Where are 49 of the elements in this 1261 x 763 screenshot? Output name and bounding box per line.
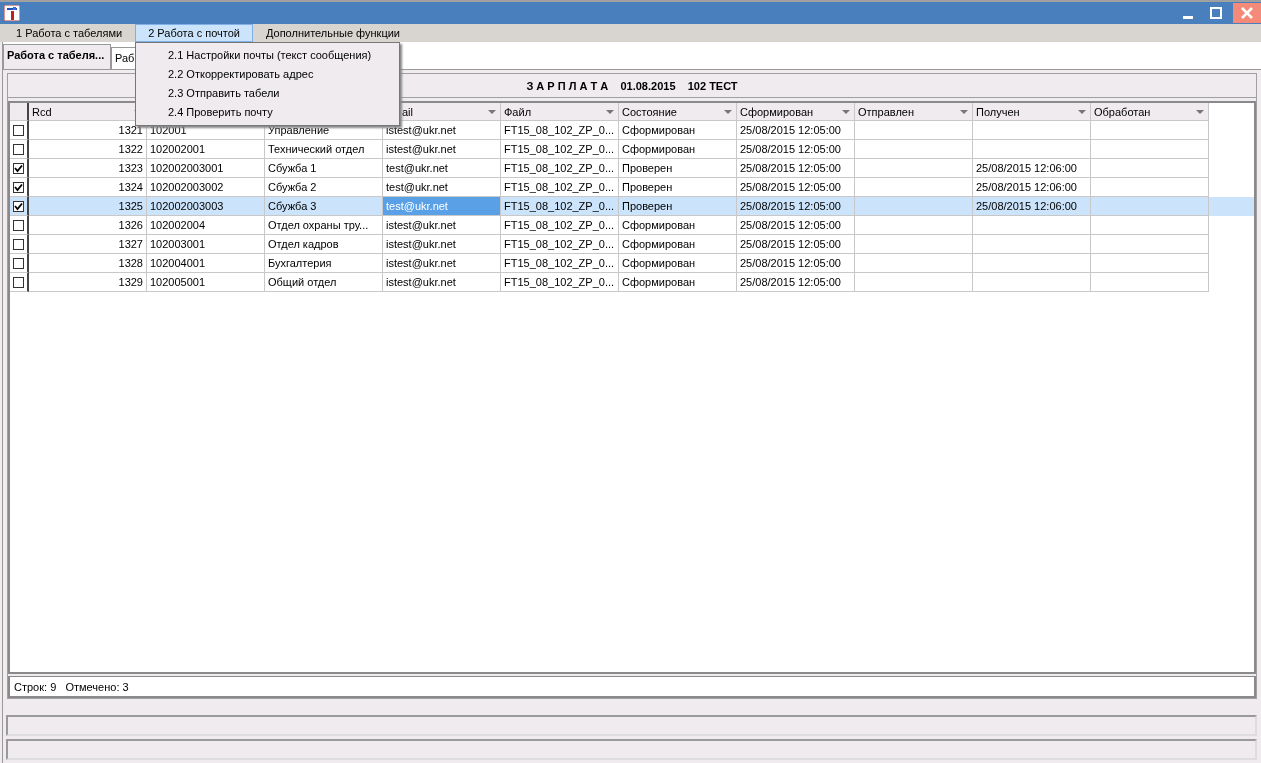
menu-item[interactable]: 2 Работа с почтой <box>135 24 253 42</box>
dropdown-arrow-icon[interactable] <box>1078 109 1086 114</box>
dropdown-arrow-icon[interactable] <box>606 109 614 114</box>
dropdown-arrow-icon[interactable] <box>724 109 732 114</box>
focused-table-cell: test@ukr.net <box>383 197 501 216</box>
checkbox[interactable] <box>13 257 24 269</box>
checkbox[interactable] <box>13 219 24 231</box>
column-label: Получен <box>976 105 1020 118</box>
column-header[interactable]: Получен <box>973 103 1091 121</box>
column-label: Сформирован <box>740 105 814 118</box>
checkbox[interactable] <box>13 200 24 212</box>
menu-item[interactable]: Дополнительные функции <box>252 24 413 42</box>
status-text: Строк: 9 Отмечено: 3 <box>8 676 1256 698</box>
table-cell: Общий отдел <box>265 273 383 292</box>
column-header[interactable]: Отправлен <box>855 103 973 121</box>
column-label: Файл <box>504 105 532 118</box>
checkbox[interactable] <box>13 143 24 155</box>
table-cell: 102005001 <box>147 273 265 292</box>
checkbox[interactable] <box>13 238 24 250</box>
column-header[interactable]: Сформирован <box>737 103 855 121</box>
column-label: Rcd <box>32 105 52 118</box>
table-cell: FT15_08_102_ZP_0... <box>501 273 619 292</box>
table-cell: 25/08/2015 12:05:00 <box>737 273 855 292</box>
table-cell: Сформирован <box>619 273 737 292</box>
column-header[interactable]: Состояние <box>619 103 737 121</box>
close-icon <box>1241 7 1253 19</box>
checkbox[interactable] <box>13 276 24 288</box>
dropdown-arrow-icon[interactable] <box>488 109 496 114</box>
checkbox[interactable] <box>13 181 24 193</box>
menu-option[interactable]: 2.1 Настройки почты (текст сообщения) <box>166 46 399 65</box>
table-cell: istest@ukr.net <box>383 273 501 292</box>
app-logo-icon <box>4 5 20 21</box>
column-header[interactable]: Файл <box>501 103 619 121</box>
minimize-icon <box>1183 15 1193 19</box>
column-header[interactable]: Обработан <box>1091 103 1209 121</box>
checkbox[interactable] <box>13 124 24 136</box>
menu-item[interactable]: 1 Работа с табелями <box>3 24 136 42</box>
column-label: Отправлен <box>858 105 914 118</box>
close-button[interactable] <box>1233 3 1261 23</box>
maximize-icon <box>1210 7 1222 19</box>
column-label: Состояние <box>622 105 677 118</box>
checkbox[interactable] <box>13 162 24 174</box>
dropdown-arrow-icon[interactable] <box>960 109 968 114</box>
tab[interactable]: Работа с табеля... <box>3 44 111 69</box>
table-cell: 1329 <box>29 273 147 292</box>
dropdown-arrow-icon[interactable] <box>1196 109 1204 114</box>
dropdown-arrow-icon[interactable] <box>842 109 850 114</box>
column-label: Обработан <box>1094 105 1151 118</box>
column-label: ail <box>402 105 413 118</box>
